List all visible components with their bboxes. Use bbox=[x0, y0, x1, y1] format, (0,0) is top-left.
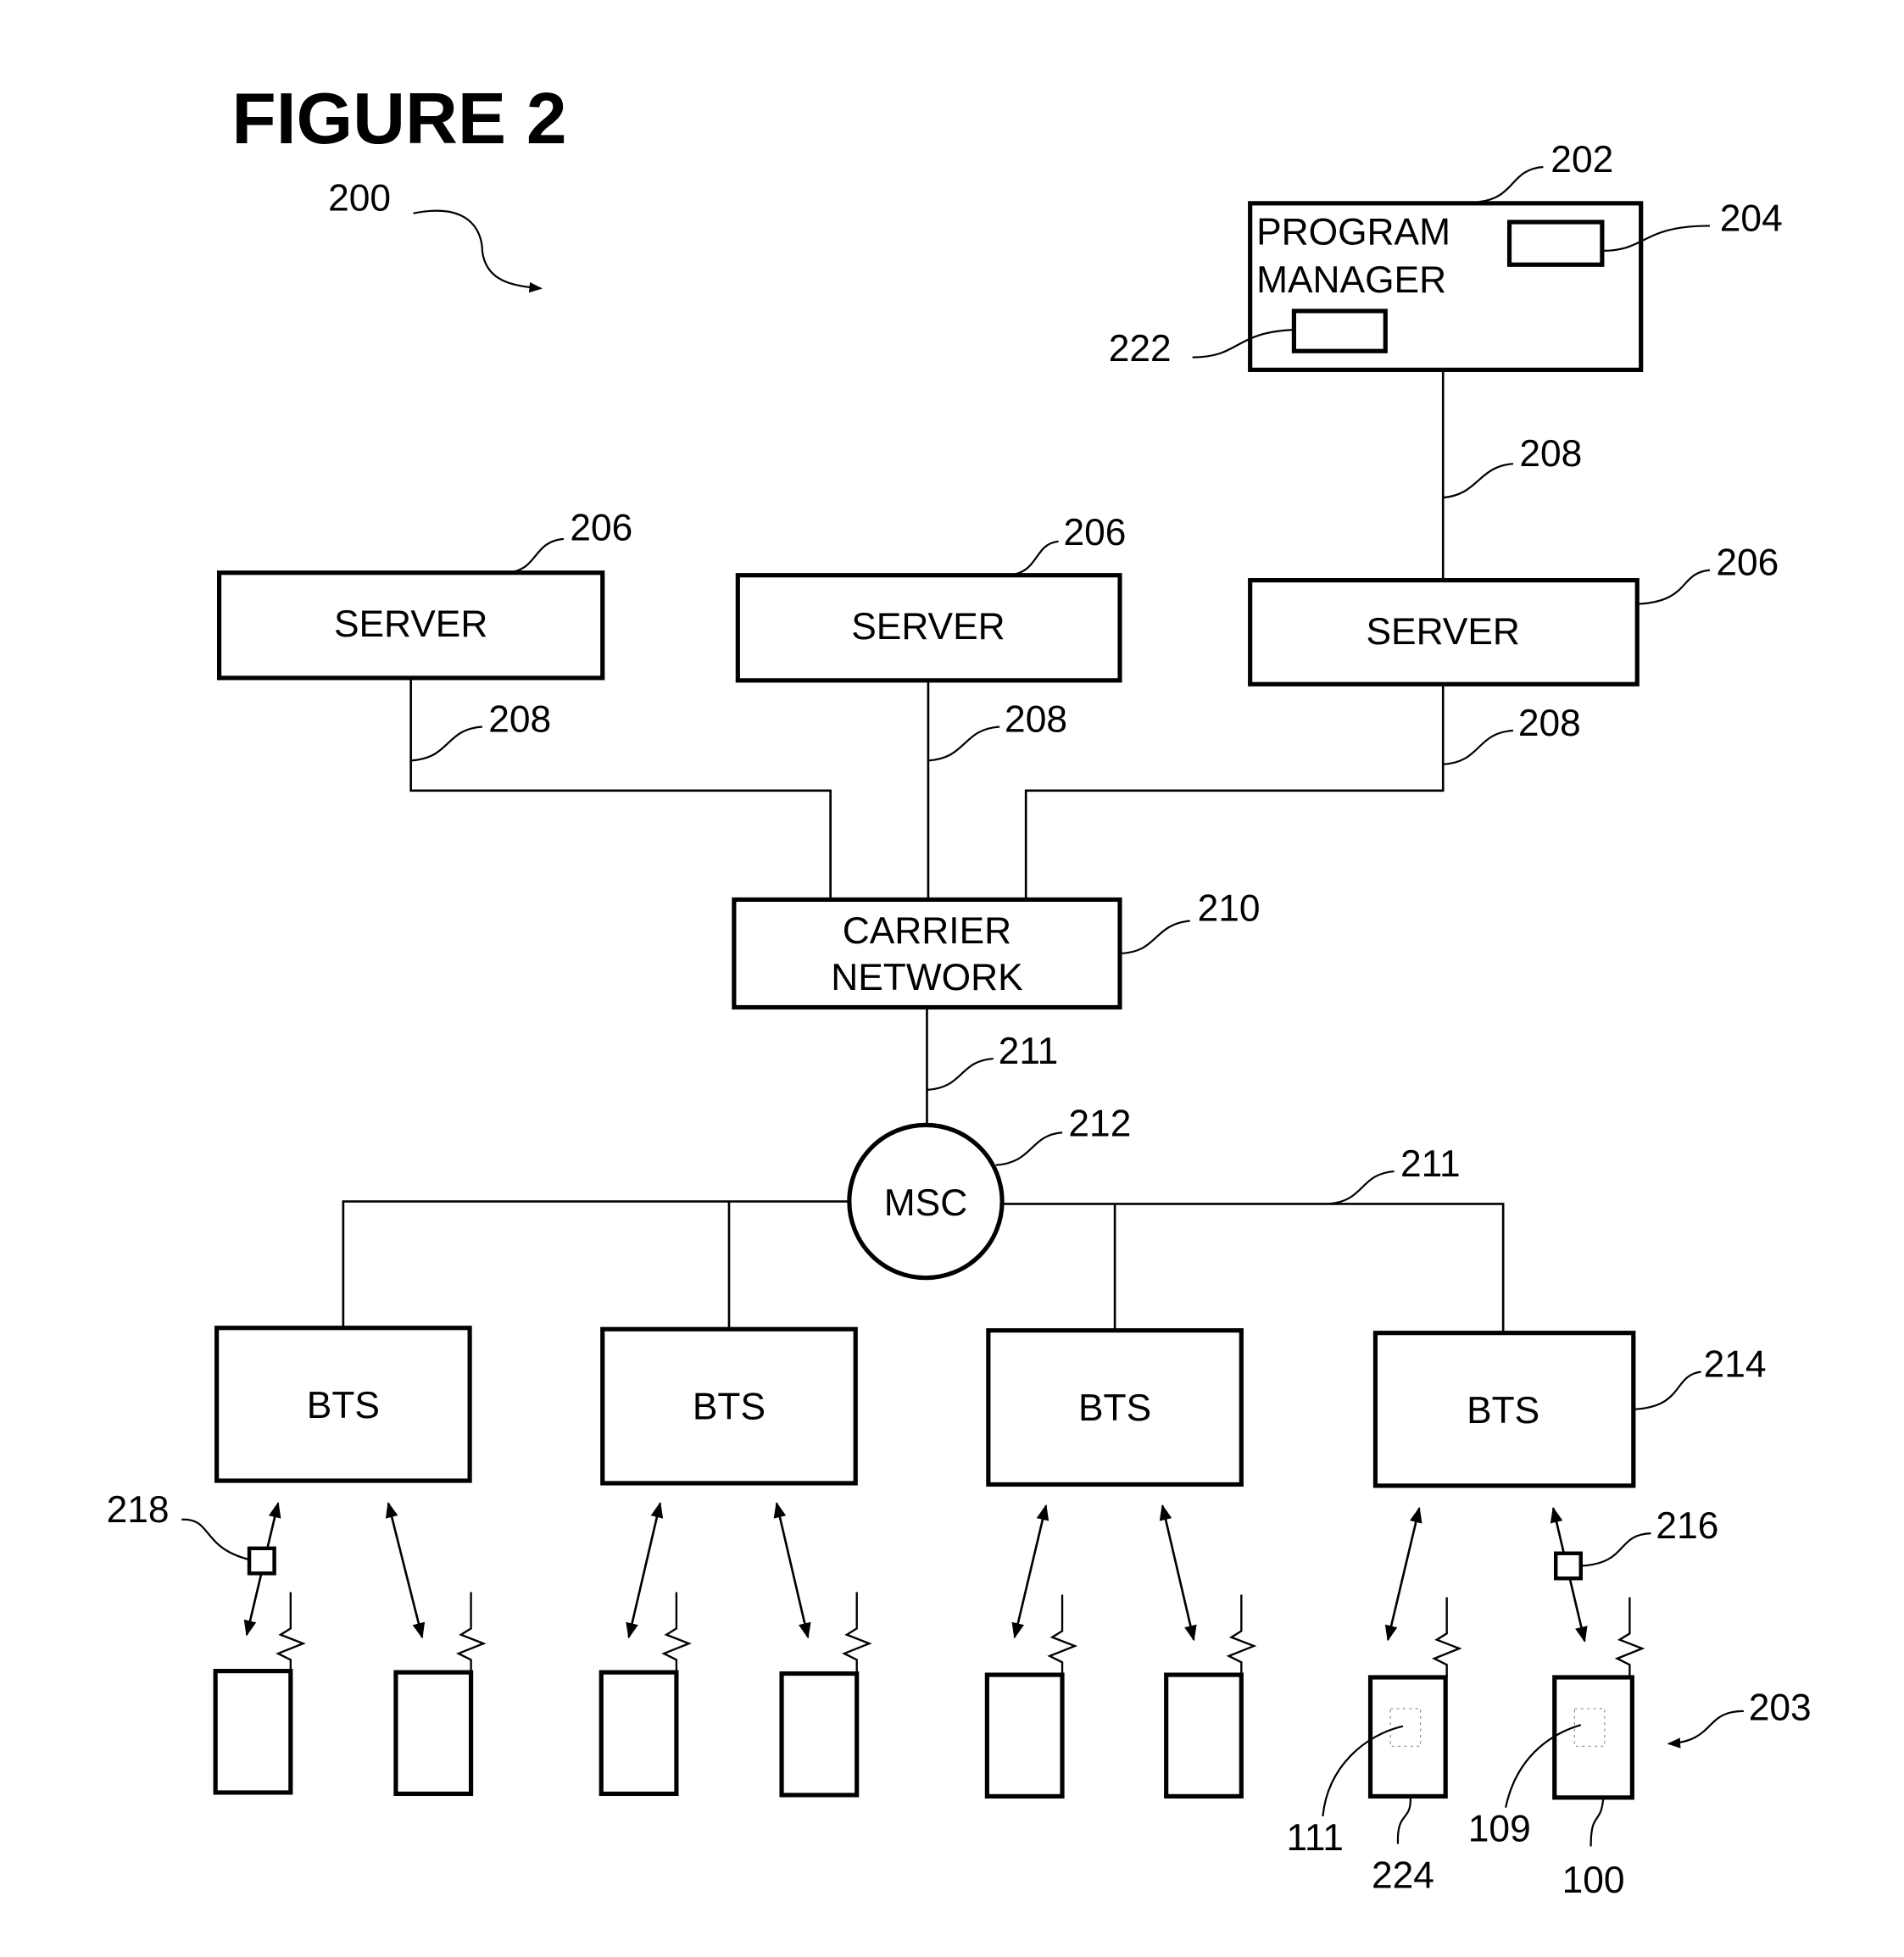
msc-ref: 212 bbox=[1068, 1104, 1131, 1145]
msc-node: MSC bbox=[847, 1122, 1005, 1281]
server-ref: 206 bbox=[1716, 542, 1779, 584]
module-204-ref: 204 bbox=[1720, 197, 1783, 239]
mobile-device bbox=[779, 1671, 860, 1798]
leader-202 bbox=[1478, 165, 1544, 203]
mobile-device-100 bbox=[1552, 1675, 1634, 1800]
server-ref: 206 bbox=[570, 507, 632, 548]
carrier-network-label-line2: NETWORK bbox=[831, 957, 1023, 998]
data-packet-216 bbox=[1554, 1551, 1583, 1581]
bts-label: BTS bbox=[693, 1387, 765, 1428]
server2-link-ref: 208 bbox=[1005, 698, 1067, 740]
device-component-109-ref: 109 bbox=[1468, 1809, 1531, 1850]
program-manager-node: PROGRAM MANAGER bbox=[1248, 201, 1644, 372]
mobile-devices bbox=[213, 1669, 1634, 1800]
mobile-device bbox=[984, 1672, 1065, 1799]
program-manager-label-line1: PROGRAM bbox=[1256, 212, 1450, 253]
carrier-msc-link-ref: 211 bbox=[999, 1031, 1059, 1072]
leader-100 bbox=[1589, 1797, 1605, 1847]
bts-node-2: BTS bbox=[600, 1326, 858, 1486]
leader-218 bbox=[181, 1518, 250, 1561]
network-architecture-diagram: FIGURE 2 200 PROGRAM MANAGER 202 204 222… bbox=[107, 78, 1812, 1901]
system-ref-arrow bbox=[413, 209, 543, 293]
device-100-ref: 100 bbox=[1562, 1860, 1625, 1901]
antenna-icon bbox=[1047, 1594, 1078, 1676]
wireless-link-arrow bbox=[1159, 1504, 1197, 1642]
carrier-network-node: CARRIER NETWORK bbox=[732, 897, 1122, 1010]
mobile-device bbox=[1164, 1672, 1244, 1799]
program-manager-module-222 bbox=[1291, 309, 1388, 353]
leader-206 bbox=[507, 537, 565, 574]
wireless-link-arrow bbox=[773, 1501, 811, 1639]
device-224-ref: 224 bbox=[1372, 1854, 1434, 1896]
server-node-2: SERVER bbox=[735, 573, 1122, 683]
server-ref: 206 bbox=[1064, 512, 1127, 553]
antenna-icon bbox=[276, 1592, 306, 1671]
leader-211 bbox=[927, 1057, 994, 1092]
antenna-icon bbox=[1614, 1597, 1645, 1678]
wireless-link-arrow bbox=[1384, 1506, 1422, 1642]
data-packet-216-ref: 216 bbox=[1656, 1505, 1718, 1547]
bts-node-1: BTS bbox=[214, 1326, 472, 1483]
devices-group-arrow bbox=[1667, 1710, 1744, 1749]
leader-208-pm bbox=[1443, 463, 1514, 499]
carrier-network-ref: 210 bbox=[1198, 888, 1261, 930]
data-packet-218-ref: 218 bbox=[107, 1489, 170, 1531]
leader-208 bbox=[927, 726, 1000, 762]
wireless-link-arrow bbox=[1011, 1504, 1049, 1639]
figure-title: FIGURE 2 bbox=[231, 78, 566, 159]
leader-208 bbox=[410, 726, 482, 762]
bts-node-3: BTS bbox=[986, 1328, 1244, 1487]
leader-206 bbox=[1637, 569, 1711, 605]
msc-bts1-link bbox=[342, 1200, 849, 1328]
mobile-device bbox=[213, 1669, 293, 1795]
program-manager-module-204 bbox=[1506, 220, 1605, 267]
bts-label: BTS bbox=[307, 1385, 380, 1426]
server-label: SERVER bbox=[851, 606, 1005, 648]
msc-label: MSC bbox=[884, 1182, 967, 1224]
program-manager-label-line2: MANAGER bbox=[1256, 259, 1446, 301]
program-manager-ref: 202 bbox=[1550, 139, 1613, 181]
wireless-links bbox=[243, 1501, 1588, 1643]
server-label: SERVER bbox=[334, 603, 487, 645]
antenna-icon bbox=[661, 1592, 692, 1673]
bts-ref: 214 bbox=[1704, 1343, 1767, 1385]
leader-212 bbox=[995, 1131, 1063, 1166]
leader-224 bbox=[1396, 1796, 1411, 1844]
devices-group-ref: 203 bbox=[1749, 1687, 1812, 1728]
bts-node-4: BTS bbox=[1372, 1331, 1636, 1488]
wireless-link-arrow bbox=[626, 1501, 664, 1639]
server1-link-ref: 208 bbox=[488, 698, 551, 740]
mobile-device-224 bbox=[1367, 1675, 1448, 1799]
server3-carrier-link bbox=[1024, 684, 1445, 900]
server-node-3: SERVER bbox=[1248, 578, 1640, 687]
wireless-link-arrow bbox=[385, 1501, 426, 1639]
server1-carrier-link bbox=[409, 677, 832, 900]
device-component-111-ref: 111 bbox=[1287, 1817, 1344, 1859]
antenna-icon bbox=[1226, 1594, 1257, 1676]
leader-211 bbox=[1328, 1170, 1395, 1205]
msc-bts-link-ref: 211 bbox=[1400, 1143, 1461, 1185]
server3-link-ref: 208 bbox=[1518, 703, 1581, 744]
device-antennas bbox=[276, 1592, 1645, 1678]
leader-214 bbox=[1633, 1370, 1701, 1410]
leader-208 bbox=[1443, 729, 1514, 765]
pm-link-ref: 208 bbox=[1519, 433, 1582, 475]
leader-206 bbox=[1008, 540, 1059, 576]
bts-label: BTS bbox=[1078, 1387, 1151, 1429]
antenna-icon bbox=[1432, 1597, 1462, 1678]
antenna-icon bbox=[842, 1592, 872, 1674]
system-ref-label: 200 bbox=[328, 178, 391, 220]
data-packet-218 bbox=[247, 1546, 276, 1576]
carrier-network-label-line1: CARRIER bbox=[843, 910, 1011, 952]
leader-216 bbox=[1580, 1532, 1651, 1567]
mobile-device bbox=[393, 1670, 474, 1797]
leader-210 bbox=[1119, 920, 1190, 955]
mobile-device bbox=[598, 1670, 679, 1797]
server-node-1: SERVER bbox=[216, 570, 605, 681]
module-222-ref: 222 bbox=[1109, 328, 1172, 370]
msc-bts4-link bbox=[1002, 1203, 1505, 1333]
server-label: SERVER bbox=[1367, 611, 1520, 653]
antenna-icon bbox=[455, 1592, 487, 1673]
bts-label: BTS bbox=[1467, 1390, 1539, 1432]
